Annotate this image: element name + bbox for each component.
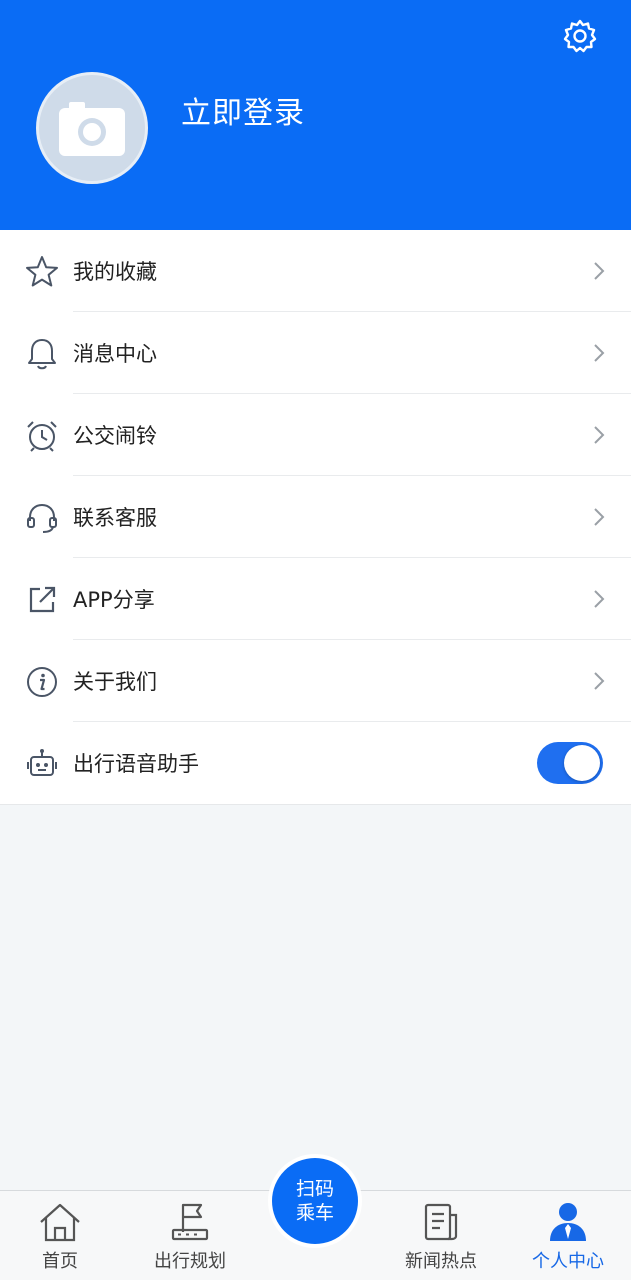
chevron-right-icon — [594, 508, 605, 526]
menu-list: 我的收藏 消息中心 公交闹铃 联系客服 APP分享 关于我们 出行语音助手 — [0, 230, 631, 805]
menu-item-about-us[interactable]: 关于我们 — [0, 640, 631, 722]
settings-button[interactable] — [560, 16, 600, 56]
scan-label-line2: 乘车 — [295, 1202, 334, 1224]
gear-icon — [563, 19, 597, 53]
menu-item-voice-assistant: 出行语音助手 — [0, 722, 631, 804]
menu-item-label: 我的收藏 — [73, 260, 157, 284]
newspaper-icon — [418, 1201, 464, 1243]
chevron-right-icon — [594, 344, 605, 362]
tab-label: 个人中心 — [532, 1251, 604, 1272]
headset-icon — [24, 500, 60, 536]
share-icon — [24, 582, 60, 618]
alarm-clock-icon — [24, 418, 60, 454]
avatar[interactable] — [36, 72, 148, 184]
menu-item-app-share[interactable]: APP分享 — [0, 558, 631, 640]
robot-icon — [24, 746, 60, 782]
menu-item-label: 公交闹铃 — [73, 424, 157, 448]
menu-item-label: 出行语音助手 — [73, 752, 199, 776]
menu-item-label: 关于我们 — [73, 670, 157, 694]
voice-assistant-toggle[interactable] — [537, 742, 603, 784]
tab-home[interactable]: 首页 — [24, 1191, 96, 1280]
toggle-knob — [564, 745, 600, 781]
info-icon — [24, 664, 60, 700]
user-icon — [545, 1201, 591, 1243]
menu-item-favorites[interactable]: 我的收藏 — [0, 230, 631, 312]
scan-to-ride-button[interactable]: 扫码 乘车 — [268, 1154, 362, 1248]
menu-item-messages[interactable]: 消息中心 — [0, 312, 631, 394]
chevron-right-icon — [594, 262, 605, 280]
tab-profile[interactable]: 个人中心 — [526, 1191, 610, 1280]
home-icon — [37, 1201, 83, 1243]
menu-item-label: APP分享 — [73, 588, 155, 612]
tab-news[interactable]: 新闻热点 — [399, 1191, 483, 1280]
chevron-right-icon — [594, 672, 605, 690]
profile-header: 立即登录 — [0, 0, 631, 230]
chevron-right-icon — [594, 426, 605, 444]
menu-item-bus-alarm[interactable]: 公交闹铃 — [0, 394, 631, 476]
route-flag-icon — [167, 1201, 213, 1243]
bell-icon — [24, 336, 60, 372]
chevron-right-icon — [594, 590, 605, 608]
menu-item-label: 联系客服 — [73, 506, 157, 530]
camera-icon — [59, 102, 125, 156]
tab-label: 首页 — [42, 1251, 78, 1272]
star-icon — [24, 254, 60, 290]
scan-label-line1: 扫码 — [295, 1178, 334, 1200]
tab-label: 出行规划 — [154, 1251, 226, 1272]
tab-label: 新闻热点 — [405, 1251, 477, 1272]
menu-item-label: 消息中心 — [73, 342, 157, 366]
login-link[interactable]: 立即登录 — [181, 88, 305, 132]
menu-item-customer-service[interactable]: 联系客服 — [0, 476, 631, 558]
scan-button-face: 扫码 乘车 — [272, 1158, 358, 1244]
tab-trip-planning[interactable]: 出行规划 — [148, 1191, 232, 1280]
